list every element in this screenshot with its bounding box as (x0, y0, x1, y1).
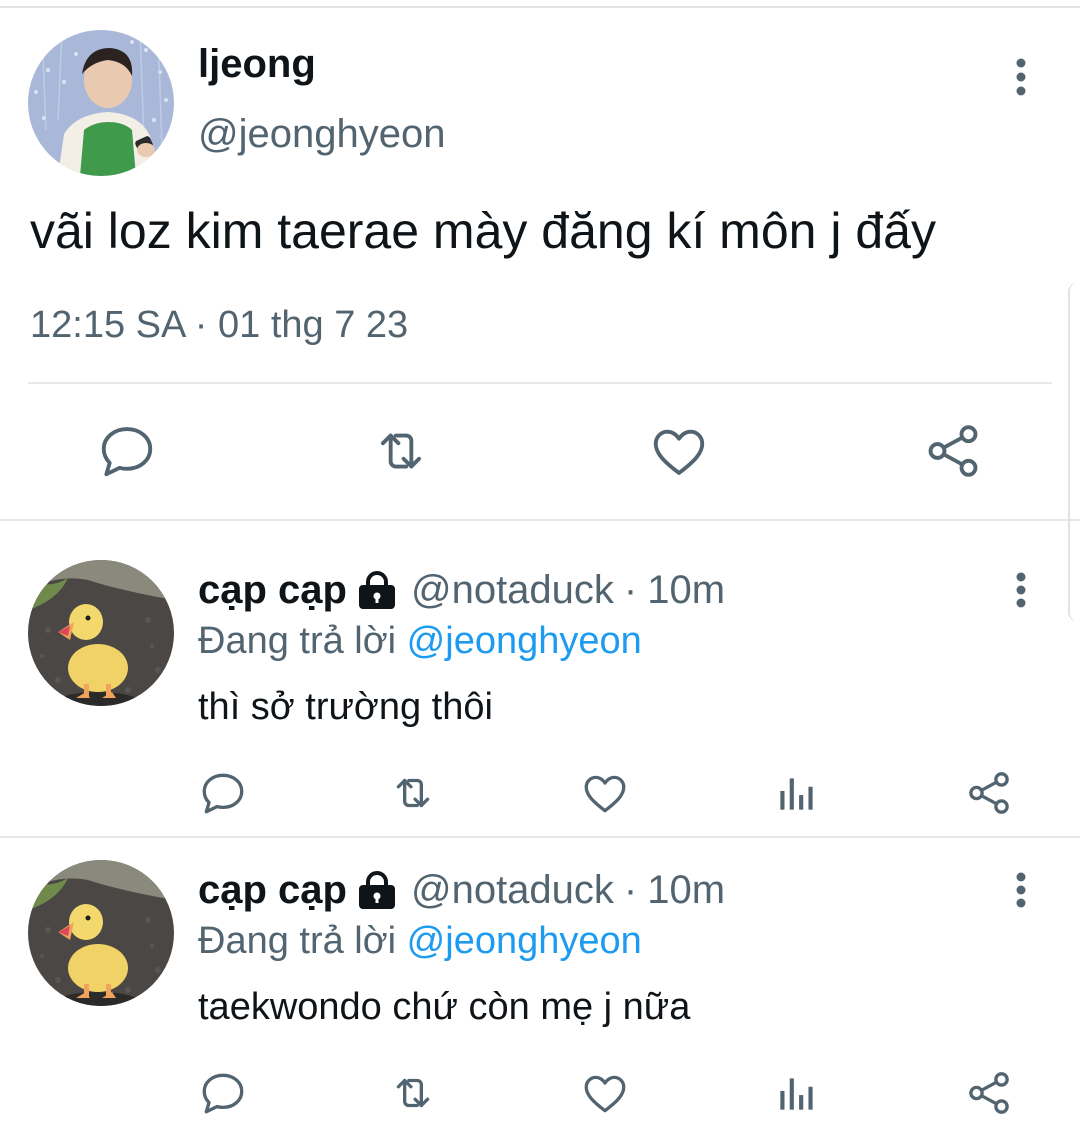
retweet-icon[interactable] (388, 768, 438, 818)
reply-tweet[interactable]: cạp cạp @notaduck · 10m Đang trả lời @je… (0, 520, 1080, 820)
reply-text: thì sở trường thôi (198, 686, 493, 728)
tweet-text: vãi loz kim taerae mày đăng kí môn j đấy (30, 203, 936, 259)
share-icon[interactable] (964, 1068, 1014, 1118)
reply-header: cạp cạp @notaduck · 10m (198, 568, 725, 613)
divider (28, 382, 1052, 384)
reply-icon[interactable] (198, 1068, 248, 1118)
analytics-icon[interactable] (772, 1068, 822, 1118)
share-icon[interactable] (922, 420, 984, 482)
more-options-icon[interactable] (1008, 570, 1034, 610)
separator-dot: · (623, 568, 638, 612)
avatar[interactable] (28, 560, 174, 706)
reply-text: taekwondo chứ còn mẹ j nữa (198, 986, 691, 1028)
like-icon[interactable] (648, 420, 710, 482)
retweet-icon[interactable] (370, 420, 432, 482)
like-icon[interactable] (580, 1068, 630, 1118)
tweet-timestamp[interactable]: 12:15 SA · 01 thg 7 23 (30, 304, 408, 347)
replying-to-label: Đang trả lời (198, 920, 397, 962)
lock-icon (357, 870, 397, 911)
display-name[interactable]: ljeong (198, 42, 316, 87)
more-options-icon[interactable] (1008, 870, 1034, 910)
display-name[interactable]: cạp cạp (198, 568, 347, 613)
reply-icon[interactable] (96, 420, 158, 482)
replying-to-label: Đang trả lời (198, 620, 397, 662)
main-tweet: ljeong @jeonghyeon vãi loz kim taerae mà… (0, 0, 1080, 520)
display-name[interactable]: cạp cạp (198, 868, 347, 913)
reply-time[interactable]: 10m (647, 868, 725, 913)
separator-dot: · (623, 868, 638, 912)
reply-tweet[interactable]: cạp cạp @notaduck · 10m Đang trả lời @je… (0, 820, 1080, 1120)
mention-link[interactable]: @jeonghyeon (407, 620, 642, 662)
mention-link[interactable]: @jeonghyeon (407, 920, 642, 962)
analytics-icon[interactable] (772, 768, 822, 818)
share-icon[interactable] (964, 768, 1014, 818)
retweet-icon[interactable] (388, 1068, 438, 1118)
replying-to: Đang trả lời @jeonghyeon (198, 920, 642, 963)
avatar[interactable] (28, 30, 174, 176)
user-handle[interactable]: @notaduck (411, 868, 614, 913)
replying-to: Đang trả lời @jeonghyeon (198, 620, 642, 663)
scrollbar[interactable] (1068, 282, 1080, 622)
user-handle[interactable]: @notaduck (411, 568, 614, 613)
reply-icon[interactable] (198, 768, 248, 818)
avatar[interactable] (28, 860, 174, 1006)
like-icon[interactable] (580, 768, 630, 818)
reply-header: cạp cạp @notaduck · 10m (198, 868, 725, 913)
user-handle[interactable]: @jeonghyeon (198, 112, 445, 157)
more-options-icon[interactable] (1008, 56, 1034, 98)
lock-icon (357, 570, 397, 611)
reply-time[interactable]: 10m (647, 568, 725, 613)
